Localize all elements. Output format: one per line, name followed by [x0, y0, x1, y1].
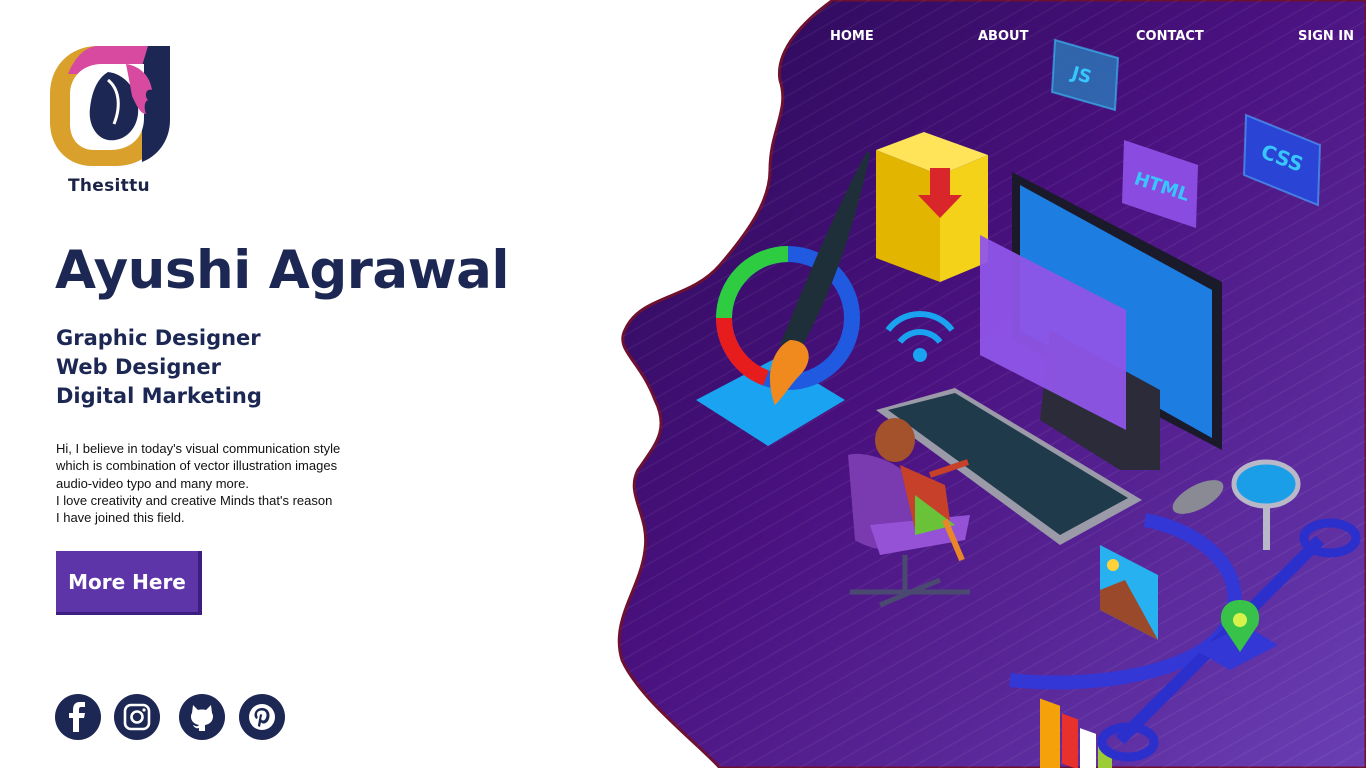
pinterest-icon — [249, 704, 275, 730]
facebook-icon — [69, 702, 85, 732]
bio-line: audio-video typo and many more. — [56, 475, 249, 491]
github-icon — [190, 705, 214, 731]
pinterest-button[interactable] — [239, 694, 285, 740]
nav-sign-in[interactable]: SIGN IN — [1298, 29, 1354, 44]
brand-name: Thesittu — [68, 176, 150, 196]
github-button[interactable] — [179, 694, 225, 740]
nav-contact[interactable]: CONTACT — [1136, 29, 1204, 44]
bio-line: Hi, I believe in today's visual communic… — [56, 441, 341, 456]
role-item: Digital Marketing — [56, 384, 262, 408]
more-here-button[interactable]: More Here — [56, 551, 202, 615]
nav-about[interactable]: ABOUT — [978, 29, 1028, 44]
facebook-button[interactable] — [55, 694, 101, 740]
role-list: Graphic Designer Web Designer Digital Ma… — [56, 324, 262, 411]
nav-home[interactable]: HOME — [830, 29, 874, 44]
role-item: Web Designer — [56, 355, 221, 379]
hero-name: Ayushi Agrawal — [55, 240, 510, 301]
bio-line: I have joined this field. — [56, 510, 185, 526]
bio-paragraph: Hi, I believe in today's visual communic… — [56, 440, 386, 526]
instagram-icon — [123, 703, 151, 731]
bio-line: I love creativity and creative Minds tha… — [56, 492, 333, 508]
bio-line: which is combination of vector illustrat… — [56, 458, 338, 474]
leaf-face-icon — [50, 46, 170, 166]
instagram-button[interactable] — [114, 694, 160, 740]
role-item: Graphic Designer — [56, 326, 261, 350]
